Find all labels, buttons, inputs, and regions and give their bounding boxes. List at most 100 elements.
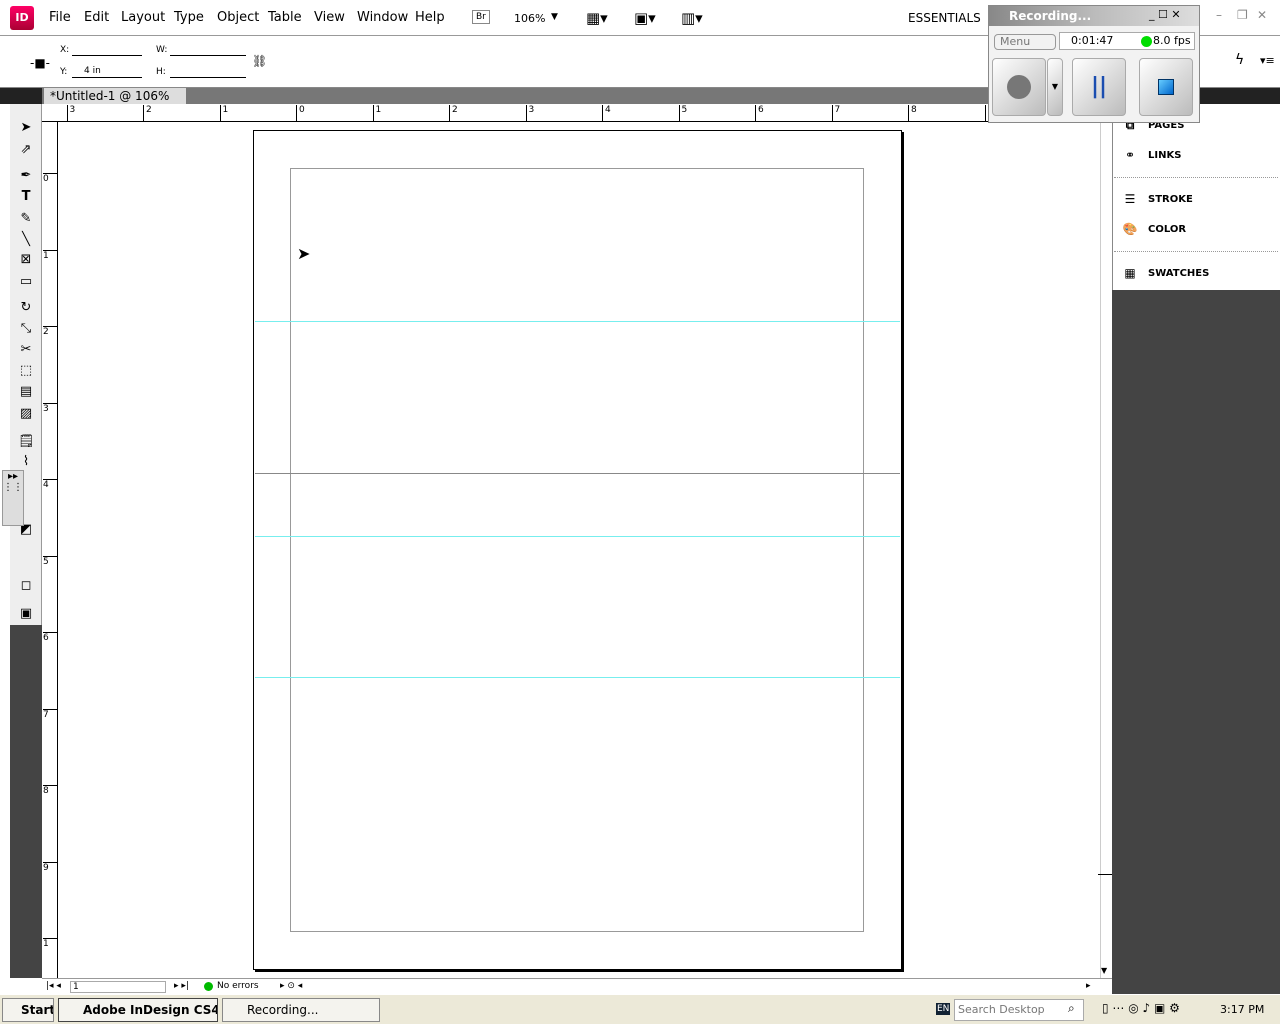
lightning-icon[interactable]: ϟ [1235, 52, 1244, 68]
frame-mode-icon[interactable]: ◻ [18, 578, 34, 594]
ruler-guide[interactable] [255, 321, 900, 322]
ruler-guide[interactable] [255, 536, 900, 537]
ruler-tick-label: 3 [66, 105, 75, 122]
ruler-tick-label: 4 [43, 479, 58, 490]
bridge-button[interactable]: Br [472, 10, 490, 24]
y-label: Y: [60, 67, 68, 77]
gradient-feather-tool-icon[interactable]: ▨ [18, 406, 34, 422]
vertical-ruler[interactable]: 0 1 2 3 4 5 6 7 8 9 1 [42, 122, 58, 978]
menu-layout[interactable]: Layout [121, 10, 165, 25]
start-button[interactable]: Start [2, 998, 54, 1022]
taskbar-item-indesign[interactable]: Adobe InDesign CS4 -... [58, 998, 218, 1022]
preflight-status[interactable]: No errors [217, 981, 259, 991]
ruler-tick-label: 9 [43, 861, 58, 873]
screen-mode-icon[interactable]: ▣▾ [634, 9, 656, 27]
record-options-icon[interactable]: ▼ [1047, 58, 1063, 116]
ruler-tick-label: 3 [43, 402, 58, 414]
chevron-down-icon[interactable]: ▼ [551, 12, 558, 22]
margin-guides [290, 168, 864, 932]
page-number-field[interactable]: 1 [70, 981, 166, 993]
divider [1098, 874, 1112, 875]
stop-button[interactable] [1139, 58, 1193, 116]
next-page-icon[interactable]: ▸ ▸| [174, 981, 189, 991]
screen-mode-tool-icon[interactable]: ▣ [18, 606, 34, 622]
pen-tool-icon[interactable]: ✒ [18, 168, 34, 184]
line-tool-icon[interactable]: ╲ [18, 232, 34, 248]
record-button[interactable] [992, 58, 1046, 116]
h-field[interactable] [170, 66, 246, 78]
constrain-proportions-icon[interactable]: ⛓ [252, 54, 267, 68]
x-field[interactable] [72, 44, 142, 56]
menu-file[interactable]: File [49, 10, 71, 25]
menu-object[interactable]: Object [217, 10, 259, 25]
ruler-tick-label: 1 [43, 938, 58, 949]
pencil-tool-icon[interactable]: ✎ [18, 211, 34, 227]
rectangle-frame-tool-icon[interactable]: ⊠ [18, 252, 34, 268]
reference-point-icon[interactable]: -■- [30, 56, 50, 70]
arrange-documents-icon[interactable]: ▥▾ [681, 9, 703, 27]
scroll-down-icon[interactable]: ▼ [1101, 966, 1107, 975]
ruler-guide-selected[interactable] [255, 473, 900, 474]
system-tray-icons[interactable]: ▯ ⋯ ◎ ♪ ▣ ⚙ [1102, 1001, 1180, 1015]
minimize-icon[interactable]: – [1216, 8, 1222, 22]
panel-color[interactable]: 🎨 COLOR [1122, 222, 1187, 236]
menu-type[interactable]: Type [174, 10, 204, 25]
search-desktop-input[interactable]: Search Desktop [954, 999, 1084, 1021]
collapsed-panel-handle[interactable]: ▸▸ ⋮⋮ [2, 470, 24, 526]
type-tool-icon[interactable]: T [18, 189, 34, 205]
workspace-switcher[interactable]: ESSENTIALS [908, 11, 981, 25]
recorder-window-controls[interactable]: _ ☐ ✕ [1149, 8, 1181, 21]
search-icon[interactable]: ⌕ [1068, 1001, 1075, 1016]
direct-selection-tool-icon[interactable]: ⇗ [18, 142, 34, 158]
recorder-menu[interactable]: Menu [994, 34, 1056, 50]
gradient-tool-icon[interactable]: ▤ [18, 384, 34, 400]
restore-icon[interactable]: ❐ [1237, 8, 1248, 22]
scissors-tool-icon[interactable]: ✂ [18, 342, 34, 358]
recording-time: 0:01:47 [1071, 34, 1114, 47]
y-field[interactable]: 4 in [72, 66, 142, 78]
close-icon[interactable]: ✕ [1257, 8, 1267, 22]
indesign-logo: ID [10, 6, 34, 30]
view-options-icon[interactable]: ▦▾ [586, 9, 608, 27]
scroll-right-icon[interactable]: ▸ [1086, 981, 1091, 991]
ruler-tick-label: 7 [831, 105, 840, 122]
taskbar-item-recording[interactable]: Recording... [222, 998, 380, 1022]
ruler-guide[interactable] [255, 677, 900, 678]
preflight-menu-icon[interactable]: ▸ ⊙ ◂ [280, 981, 302, 991]
panel-stroke[interactable]: ☰ STROKE [1122, 192, 1193, 206]
selection-tool-icon[interactable]: ➤ [18, 120, 34, 136]
rectangle-tool-icon[interactable]: ▭ [18, 274, 34, 290]
recorder-window: Recording... _ ☐ ✕ Menu 0:01:47 8.0 fps … [988, 5, 1200, 123]
zoom-select[interactable]: 106% [514, 12, 545, 25]
panel-links[interactable]: ⚭ LINKS [1122, 148, 1181, 162]
note-tool-icon[interactable]: 🗒 [18, 434, 35, 450]
menu-window[interactable]: Window [357, 10, 408, 25]
free-transform-tool-icon[interactable]: ⬚ [18, 363, 34, 379]
ruler-tick-label: 5 [43, 555, 58, 567]
ruler-tick-label: 1 [372, 105, 381, 122]
w-field[interactable] [170, 44, 246, 56]
pause-button[interactable]: || [1072, 58, 1126, 116]
preflight-status-icon [204, 982, 213, 991]
language-indicator[interactable]: EN [936, 1003, 951, 1015]
panel-swatches[interactable]: ▦ SWATCHES [1122, 266, 1209, 280]
menu-help[interactable]: Help [415, 10, 445, 25]
scale-tool-icon[interactable]: ⤡ [18, 321, 34, 337]
menu-view[interactable]: View [314, 10, 345, 25]
horizontal-ruler[interactable]: 3210123456789 [42, 104, 1100, 122]
menu-table[interactable]: Table [268, 10, 302, 25]
vertical-scrollbar[interactable]: ▼ [1100, 104, 1112, 978]
status-bar: |◂ ◂ 1 ▸ ▸| No errors ▸ ⊙ ◂ ▸ [42, 978, 1112, 994]
ruler-tick-label: 0 [296, 105, 305, 122]
rotate-tool-icon[interactable]: ↻ [18, 300, 34, 316]
divider [1114, 251, 1278, 252]
ruler-tick-label: 6 [43, 632, 58, 643]
first-page-icon[interactable]: |◂ ◂ [46, 981, 61, 991]
eyedropper-tool-icon[interactable]: ⌇ [18, 454, 34, 470]
ruler-tick-label: 8 [43, 785, 58, 796]
document-tab[interactable]: *Untitled-1 @ 106% × [44, 88, 186, 117]
menu-edit[interactable]: Edit [84, 10, 109, 25]
stroke-icon: ☰ [1124, 192, 1136, 206]
panel-menu-icon[interactable]: ▾≡ [1260, 54, 1275, 67]
h-label: H: [156, 67, 166, 77]
